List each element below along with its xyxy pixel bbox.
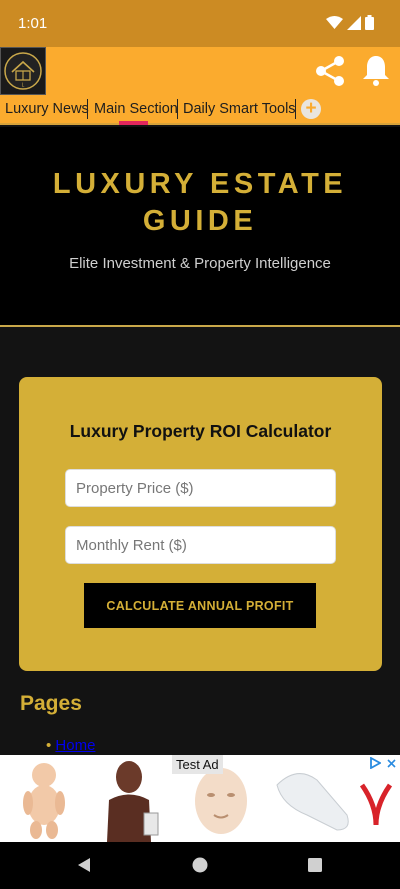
status-time: 1:01: [18, 15, 48, 32]
tab-separator: [87, 99, 88, 119]
tab-luxury-news[interactable]: Luxury News: [5, 101, 89, 117]
battery-icon: [365, 15, 374, 30]
bell-icon: [363, 56, 389, 86]
ad-banner[interactable]: Test Ad: [0, 755, 400, 842]
tab-daily-smart-tools[interactable]: Daily Smart Tools: [183, 101, 296, 117]
test-ad-label: Test Ad: [172, 755, 223, 774]
signal-icon: [347, 15, 361, 30]
app-bar: L: [0, 47, 400, 95]
tab-separator: [295, 99, 296, 119]
ad-choices[interactable]: [369, 757, 396, 769]
share-button[interactable]: [312, 53, 348, 94]
hero-title: LUXURY ESTATE GUIDE: [52, 168, 348, 237]
ad-product-image[interactable]: [267, 755, 354, 842]
pages-heading: Pages: [20, 692, 82, 715]
status-bar: 1:01: [0, 0, 400, 47]
tab-main-section[interactable]: Main Section: [94, 101, 178, 117]
system-nav-bar: [0, 842, 400, 889]
hero-subtitle: Elite Investment & Property Intelligence: [69, 255, 331, 272]
tab-separator: [177, 99, 178, 119]
list-item: • Home: [46, 737, 96, 754]
back-icon[interactable]: [77, 857, 91, 873]
add-tab-icon[interactable]: +: [301, 99, 321, 119]
ad-choices-icon: [370, 757, 381, 769]
recents-icon[interactable]: [308, 858, 322, 872]
status-icons: [326, 15, 374, 30]
wifi-icon: [326, 15, 343, 29]
calculate-annual-profit-button[interactable]: CALCULATE ANNUAL PROFIT: [84, 583, 316, 628]
baby-manikin-image: [0, 755, 87, 842]
tab-bar: Luxury News Main Section Daily Smart Too…: [0, 95, 400, 125]
app-logo[interactable]: L: [0, 47, 46, 95]
logo-sub-text: L: [22, 83, 25, 89]
notifications-button[interactable]: [361, 53, 391, 92]
active-tab-indicator: [119, 121, 148, 125]
close-icon: [387, 758, 396, 768]
roi-calculator-card: Luxury Property ROI Calculator CALCULATE…: [19, 377, 382, 671]
lungs-part-image: [267, 755, 354, 842]
property-price-input[interactable]: [65, 469, 336, 507]
adult-manikin-image: [89, 755, 176, 842]
logo-icon: L: [4, 52, 42, 90]
ad-product-image[interactable]: [0, 755, 87, 842]
home-link[interactable]: Home: [55, 737, 95, 754]
hero-banner: LUXURY ESTATE GUIDE Elite Investment & P…: [0, 127, 400, 327]
home-icon[interactable]: [192, 857, 208, 873]
monthly-rent-input[interactable]: [65, 526, 336, 564]
calculator-title: Luxury Property ROI Calculator: [69, 421, 332, 441]
ad-product-image[interactable]: [89, 755, 176, 842]
pages-list: • Home: [46, 737, 95, 754]
share-icon: [316, 56, 344, 86]
